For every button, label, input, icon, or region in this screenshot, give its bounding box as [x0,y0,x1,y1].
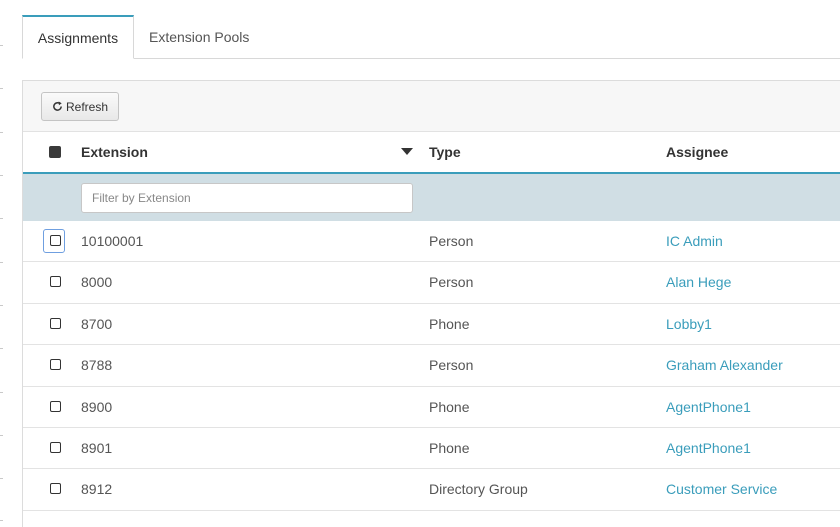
table-body: 10100001 Person IC Admin 8000 Person Ala… [23,221,840,511]
row-checkbox[interactable] [50,400,61,412]
table-row[interactable]: 8700 Phone Lobby1 [23,304,840,346]
assignee-link[interactable]: Graham Alexander [666,345,783,385]
table-row[interactable]: 8788 Person Graham Alexander [23,345,840,387]
table-row[interactable]: 10100001 Person IC Admin [23,221,840,263]
row-checkbox[interactable] [50,276,61,288]
extension-cell: 8912 [81,481,113,498]
refresh-label: Refresh [65,99,109,114]
table-row[interactable]: 8000 Person Alan Hege [23,262,840,304]
column-header-assignee[interactable]: Assignee [666,132,728,172]
type-cell: Person [429,357,474,374]
filter-extension-input[interactable] [81,183,413,213]
type-cell: Phone [429,398,470,415]
toolbar: Refresh [23,81,840,132]
row-checkbox[interactable] [50,317,61,329]
assignee-link[interactable]: Alan Hege [666,262,731,302]
row-checkbox[interactable] [50,235,61,246]
row-checkbox[interactable] [50,441,61,453]
left-edge-ticks [0,0,4,527]
extension-cell: 8788 [81,357,113,374]
assignments-panel: Refresh Extension Type Assignee 10100001… [22,80,840,527]
type-cell: Directory Group [429,481,528,498]
tab-assignments[interactable]: Assignments [22,15,134,59]
extension-cell: 8900 [81,398,113,415]
row-checkbox[interactable] [50,359,61,371]
assignee-link[interactable]: AgentPhone1 [666,428,751,468]
extension-cell: 8000 [81,274,113,291]
type-cell: Person [429,274,474,291]
filter-row [23,174,840,221]
extension-cell: 8901 [81,439,113,456]
assignee-link[interactable]: Customer Service [666,469,777,509]
assignee-link[interactable]: IC Admin [666,221,723,261]
type-cell: Phone [429,315,470,332]
table-header: Extension Type Assignee [23,132,840,174]
table-row[interactable]: 8900 Phone AgentPhone1 [23,387,840,428]
refresh-icon [53,101,62,111]
refresh-button[interactable]: Refresh [41,92,119,121]
select-all-checkbox[interactable] [49,146,61,158]
column-header-type[interactable]: Type [429,132,461,172]
table-row[interactable]: 8901 Phone AgentPhone1 [23,428,840,470]
table-row[interactable]: 8912 Directory Group Customer Service [23,469,840,511]
type-cell: Phone [429,439,470,456]
tab-bar: Assignments Extension Pools [22,15,840,59]
type-cell: Person [429,233,474,249]
assignee-link[interactable]: Lobby1 [666,304,712,344]
assignee-link[interactable]: AgentPhone1 [666,387,751,427]
sort-descending-icon[interactable] [401,148,413,155]
tab-extension-pools[interactable]: Extension Pools [149,15,249,59]
column-header-extension[interactable]: Extension [81,132,148,172]
extension-cell: 8700 [81,315,113,332]
row-checkbox[interactable] [50,483,61,495]
extension-cell: 10100001 [81,233,144,249]
